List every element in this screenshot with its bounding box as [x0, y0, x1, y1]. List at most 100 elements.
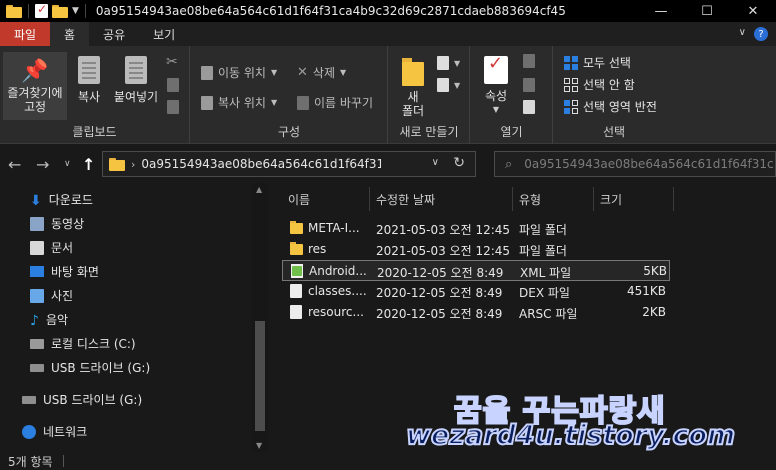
- properties-icon[interactable]: [35, 2, 48, 18]
- nav-item-label: 네트워크: [43, 425, 88, 439]
- column-header-size[interactable]: 크기: [600, 187, 622, 211]
- copy-path-icon[interactable]: [167, 78, 179, 92]
- maximize-button[interactable]: ☐: [684, 0, 730, 22]
- column-header-modified[interactable]: 수정한 날짜: [376, 187, 435, 211]
- nav-item-videos[interactable]: 동영상: [30, 215, 84, 232]
- scroll-down-icon[interactable]: ▼: [256, 441, 262, 450]
- paste-button[interactable]: 붙여넣기: [110, 56, 162, 104]
- nav-item-label: 문서: [51, 241, 74, 255]
- properties-button[interactable]: 속성 ▼: [481, 56, 511, 117]
- copy-to-button[interactable]: 복사 위치 ▼: [201, 94, 277, 111]
- file-size: 5KB: [643, 264, 667, 278]
- new-folder-icon: [402, 58, 424, 86]
- minimize-button[interactable]: —: [638, 0, 684, 22]
- pin-to-quick-access-button[interactable]: 📌 즐겨찾기에 고정: [3, 52, 67, 120]
- new-folder-label: 새 폴더: [401, 90, 425, 118]
- new-folder-button[interactable]: 새 폴더: [399, 58, 427, 118]
- column-header-name[interactable]: 이름: [288, 187, 310, 211]
- easy-access-icon[interactable]: ▼: [437, 78, 460, 92]
- new-folder-icon[interactable]: [52, 4, 68, 18]
- open-group: 속성 ▼ 열기: [471, 46, 553, 144]
- move-to-button[interactable]: 이동 위치 ▼: [201, 64, 277, 81]
- table-row[interactable]: res 2021-05-03 오전 12:45 파일 폴더: [282, 239, 670, 260]
- rename-icon: [297, 95, 309, 110]
- file-modified: 2020-12-05 오전 8:49: [377, 266, 504, 280]
- up-arrow-icon[interactable]: ↑: [82, 155, 95, 174]
- history-icon[interactable]: [523, 100, 535, 114]
- paste-icon: [125, 56, 147, 84]
- address-dropdown-chevron-icon[interactable]: ∨: [432, 157, 439, 168]
- file-name: resourc...: [308, 305, 364, 319]
- open-icon[interactable]: [523, 54, 535, 68]
- rename-label: 이름 바꾸기: [314, 96, 374, 110]
- table-row[interactable]: META-I... 2021-05-03 오전 12:45 파일 폴더: [282, 218, 670, 239]
- new-item-icon[interactable]: ▼: [437, 56, 460, 70]
- folder-icon: [290, 221, 303, 235]
- select-all-icon: [564, 55, 578, 70]
- nav-item-desktop[interactable]: 바탕 화면: [30, 263, 99, 280]
- column-separator[interactable]: [593, 187, 594, 211]
- ribbon: 📌 즐겨찾기에 고정 복사 붙여넣기 ✂ 클립보드 이동 위치 ▼ 복사 위치 …: [0, 46, 776, 144]
- nav-item-local-disk[interactable]: 로컬 디스크 (C:): [30, 335, 136, 352]
- nav-item-music[interactable]: ♪ 음악: [30, 311, 68, 329]
- edit-icon[interactable]: [523, 78, 535, 92]
- nav-item-label: USB 드라이브 (G:): [43, 393, 143, 407]
- delete-icon: ✕: [297, 65, 308, 80]
- table-row[interactable]: Android... 2020-12-05 오전 8:49 XML 파일 5KB: [282, 260, 670, 281]
- cut-icon[interactable]: ✂: [166, 54, 178, 70]
- delete-button[interactable]: ✕ 삭제 ▼: [297, 64, 346, 81]
- scroll-up-icon[interactable]: ▲: [256, 185, 262, 194]
- rename-button[interactable]: 이름 바꾸기: [297, 94, 373, 111]
- organize-group: 이동 위치 ▼ 복사 위치 ▼ ✕ 삭제 ▼ 이름 바꾸기 구성: [191, 46, 388, 144]
- breadcrumb-chevron-icon[interactable]: ›: [131, 158, 135, 171]
- refresh-icon[interactable]: ↻: [453, 155, 465, 171]
- ribbon-collapse-chevron-icon[interactable]: ∨: [739, 27, 746, 38]
- item-count: 5개 항목: [8, 454, 53, 469]
- nav-item-downloads[interactable]: ⬇ 다운로드: [30, 191, 93, 209]
- nav-item-usb-drive-root[interactable]: USB 드라이브 (G:): [22, 391, 142, 408]
- video-icon: [30, 216, 44, 231]
- navigation-scrollbar[interactable]: ▲ ▼: [252, 183, 268, 452]
- table-row[interactable]: classes.... 2020-12-05 오전 8:49 DEX 파일 45…: [282, 281, 670, 302]
- close-button[interactable]: ✕: [730, 0, 776, 22]
- search-input[interactable]: 0a95154943ae08be64a564c61d1f64f31c...: [524, 157, 775, 171]
- nav-item-network[interactable]: 네트워크: [22, 423, 87, 440]
- address-path[interactable]: 0a95154943ae08be64a564c61d1f64f31c...: [141, 157, 381, 171]
- usb-drive-icon: [22, 395, 36, 404]
- nav-item-documents[interactable]: 문서: [30, 239, 73, 256]
- nav-item-usb-drive[interactable]: USB 드라이브 (G:): [30, 359, 150, 376]
- tab-file[interactable]: 파일: [0, 22, 50, 46]
- copy-button[interactable]: 복사: [72, 56, 106, 104]
- recent-locations-chevron-icon[interactable]: ∨: [64, 159, 71, 169]
- tab-home[interactable]: 홈: [50, 22, 90, 46]
- scrollbar-thumb[interactable]: [255, 321, 265, 431]
- customize-toolbar-chevron-icon[interactable]: ▼: [72, 6, 79, 16]
- column-header-type[interactable]: 유형: [519, 187, 541, 211]
- select-all-button[interactable]: 모두 선택: [564, 54, 631, 71]
- paste-shortcut-icon[interactable]: [167, 100, 179, 114]
- file-name: META-I...: [308, 221, 360, 235]
- copy-label: 복사: [77, 90, 101, 104]
- table-row[interactable]: resourc... 2020-12-05 오전 8:49 ARSC 파일 2K…: [282, 302, 670, 323]
- nav-item-pictures[interactable]: 사진: [30, 287, 73, 304]
- file-name: res: [308, 242, 327, 256]
- properties-label: 속성: [484, 89, 508, 103]
- search-box[interactable]: ⌕ 0a95154943ae08be64a564c61d1f64f31c...: [494, 151, 776, 177]
- select-none-button[interactable]: 선택 안 함: [564, 76, 635, 93]
- file-name: Android...: [309, 264, 367, 278]
- column-separator[interactable]: [369, 187, 370, 211]
- forward-arrow-icon[interactable]: →: [36, 155, 49, 174]
- pin-icon: 📌: [21, 59, 49, 84]
- column-separator[interactable]: [673, 187, 674, 211]
- column-separator[interactable]: [512, 187, 513, 211]
- invert-selection-button[interactable]: 선택 영역 반전: [564, 98, 657, 115]
- tab-view[interactable]: 보기: [139, 22, 189, 46]
- select-group: 모두 선택 선택 안 함 선택 영역 반전 선택: [554, 46, 674, 144]
- nav-item-label: 사진: [51, 289, 74, 303]
- back-arrow-icon[interactable]: ←: [8, 155, 21, 174]
- tab-share[interactable]: 공유: [89, 22, 139, 46]
- file-name: classes....: [308, 284, 367, 298]
- address-bar[interactable]: › 0a95154943ae08be64a564c61d1f64f31c... …: [102, 151, 476, 177]
- help-icon[interactable]: ?: [754, 27, 768, 41]
- file-modified: 2021-05-03 오전 12:45: [376, 244, 511, 258]
